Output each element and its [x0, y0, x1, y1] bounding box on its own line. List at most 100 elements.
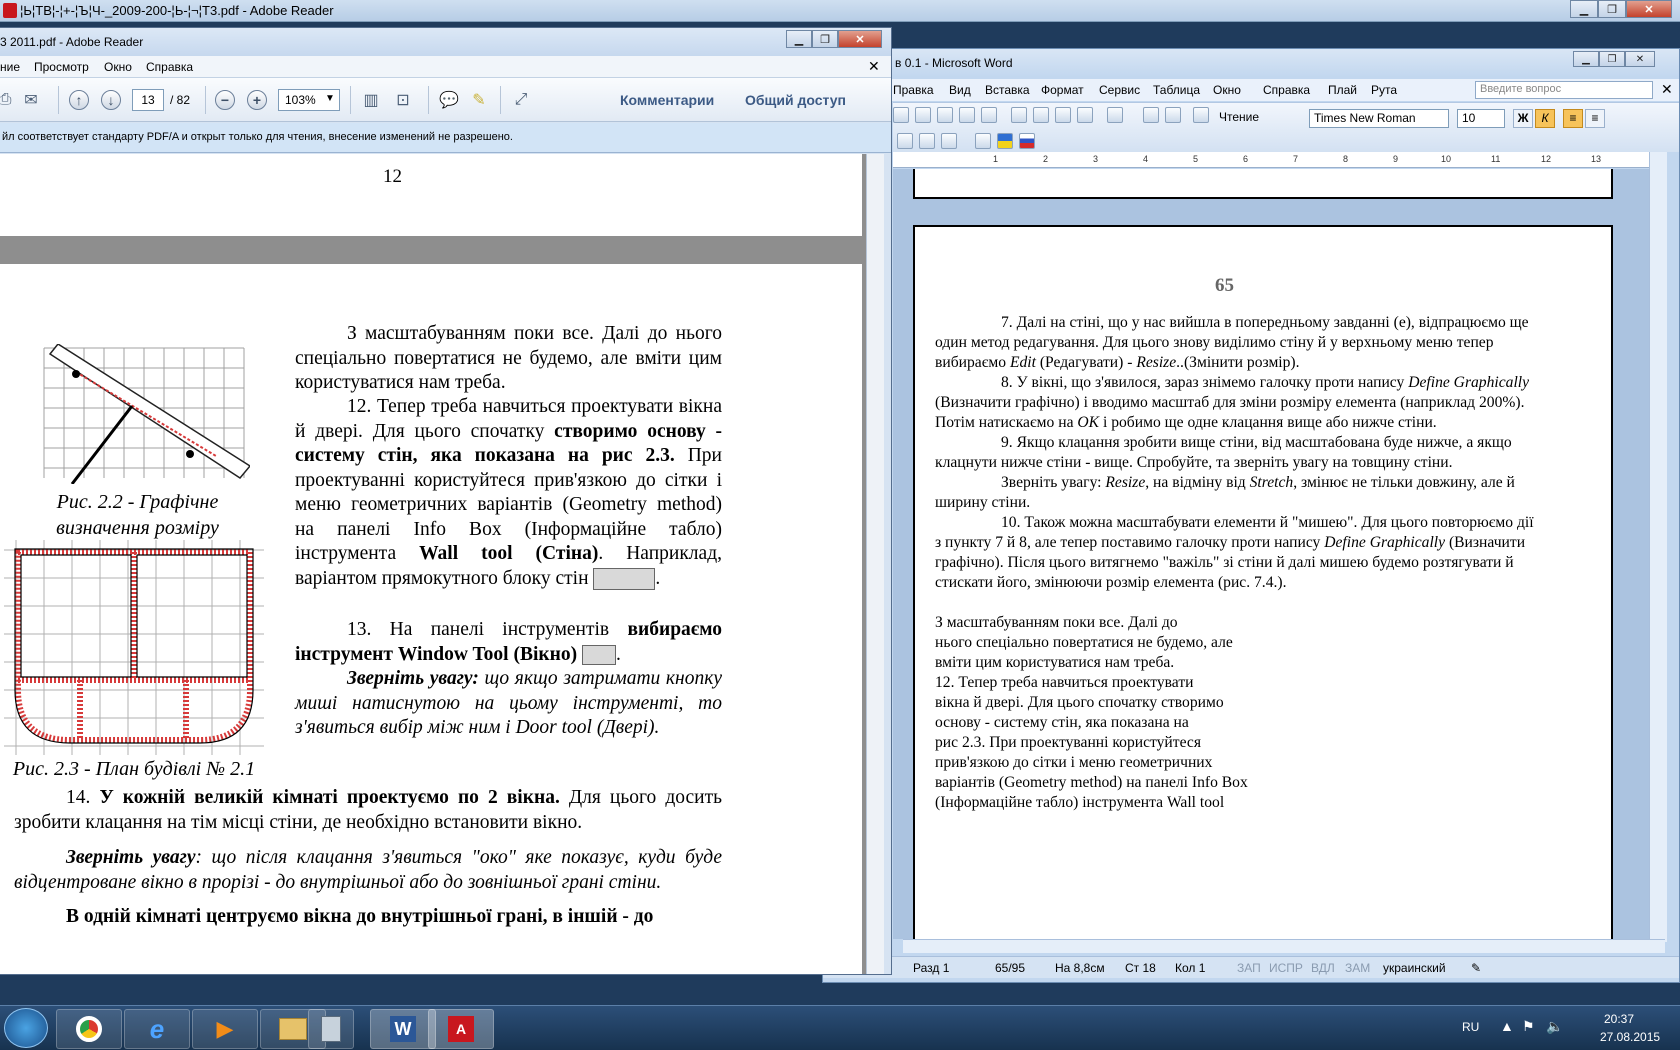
menu-view[interactable]: Вид: [949, 83, 971, 97]
close-document-icon[interactable]: ✕: [1661, 81, 1673, 98]
paste-icon[interactable]: [1077, 107, 1093, 123]
network-icon[interactable]: ⚑: [1522, 1018, 1535, 1035]
document-paragraph[interactable]: 7. Далі на стіні, що у нас вийшла в попе…: [935, 313, 1535, 373]
document-line[interactable]: прив'язкою до сітки і меню геометричних: [935, 753, 1535, 773]
reader-restore-button[interactable]: ❐: [812, 30, 838, 48]
tray-arrow-icon[interactable]: ▲: [1500, 1018, 1514, 1034]
reader-vertical-scrollbar[interactable]: [866, 154, 884, 974]
document-line[interactable]: рис 2.3. При проектуванні користуйтеся: [935, 733, 1535, 753]
status-track-changes[interactable]: ИСПР: [1269, 961, 1303, 975]
menu-file[interactable]: ние: [0, 60, 20, 74]
previous-page-button[interactable]: ↑: [66, 87, 92, 113]
menu-edit[interactable]: Правка: [893, 83, 934, 97]
font-name-select[interactable]: Times New Roman: [1309, 109, 1449, 128]
document-empty-line[interactable]: [935, 593, 1535, 613]
document-line[interactable]: З масштабуванням поки все. Далі до: [935, 613, 1535, 633]
open-icon[interactable]: [915, 107, 931, 123]
reader-close-button[interactable]: ✕: [838, 30, 882, 48]
fit-width-icon[interactable]: ⊡: [390, 87, 416, 113]
zoom-out-button[interactable]: −: [212, 87, 238, 113]
ask-question-input[interactable]: Введите вопрос: [1475, 81, 1653, 99]
fit-page-icon[interactable]: ▥: [358, 87, 384, 113]
word-close-button[interactable]: ✕: [1625, 51, 1655, 67]
check-icon[interactable]: [975, 133, 991, 149]
research-icon[interactable]: [1033, 107, 1049, 123]
status-overtype[interactable]: ЗАМ: [1345, 961, 1370, 975]
close-document-icon[interactable]: ✕: [868, 58, 880, 75]
menu-plai[interactable]: Плай: [1328, 83, 1357, 97]
macro-icon[interactable]: [941, 133, 957, 149]
reader-minimize-button[interactable]: ▁: [786, 30, 812, 48]
word-document-area[interactable]: 65 7. Далі на стіні, що у нас вийшла в п…: [893, 169, 1649, 939]
internet-explorer-taskbar-icon[interactable]: e: [124, 1009, 190, 1049]
menu-ruta[interactable]: Рута: [1371, 83, 1397, 97]
fullscreen-icon[interactable]: ⤢: [508, 87, 534, 113]
menu-view[interactable]: Просмотр: [34, 60, 89, 74]
menu-help[interactable]: Справка: [146, 60, 193, 74]
menu-table[interactable]: Таблица: [1153, 83, 1200, 97]
document-line[interactable]: основу - систему стін, яка показана на: [935, 713, 1535, 733]
menu-window[interactable]: Окно: [1213, 83, 1241, 97]
document-line[interactable]: нього спеціально повертатися не будемо, …: [935, 633, 1535, 653]
print-icon[interactable]: [959, 107, 975, 123]
page-number-input[interactable]: 13: [132, 89, 164, 111]
document-line[interactable]: 12. Тепер треба навчиться проектувати: [935, 673, 1535, 693]
russian-flag-icon[interactable]: [1019, 133, 1035, 149]
spelling-status-icon[interactable]: ✎: [1471, 961, 1481, 975]
share-link[interactable]: Общий доступ: [745, 92, 846, 108]
calculator-taskbar-icon[interactable]: [308, 1009, 354, 1049]
insert-picture-icon[interactable]: [919, 133, 935, 149]
word-vertical-scrollbar[interactable]: [1649, 152, 1667, 942]
document-page[interactable]: 65 7. Далі на стіні, що у нас вийшла в п…: [913, 225, 1613, 939]
save-icon[interactable]: [937, 107, 953, 123]
ukrainian-flag-icon[interactable]: [997, 133, 1013, 149]
email-icon[interactable]: ✉: [18, 87, 44, 113]
document-line[interactable]: варіантів (Geometry method) на панелі In…: [935, 773, 1535, 793]
print-icon[interactable]: ⎙: [0, 87, 18, 113]
help-icon[interactable]: [1193, 107, 1209, 123]
comments-link[interactable]: Комментарии: [620, 92, 714, 108]
zoom-in-button[interactable]: +: [244, 87, 270, 113]
document-paragraph[interactable]: 10. Також можна масштабувати елементи й …: [935, 513, 1535, 593]
hyperlink-icon[interactable]: [1143, 107, 1159, 123]
document-line[interactable]: вміти цим користуватися нам треба.: [935, 653, 1535, 673]
new-document-icon[interactable]: [893, 107, 909, 123]
document-paragraph[interactable]: 8. У вікні, що з'явилося, зараз знімемо …: [935, 373, 1535, 433]
input-language-indicator[interactable]: RU: [1462, 1020, 1479, 1034]
drawing-icon[interactable]: [897, 133, 913, 149]
start-button[interactable]: [4, 1008, 48, 1048]
menu-help[interactable]: Справка: [1263, 83, 1310, 97]
menu-window[interactable]: Окно: [104, 60, 132, 74]
status-extend[interactable]: ВДЛ: [1311, 961, 1335, 975]
status-record[interactable]: ЗАП: [1237, 961, 1261, 975]
document-line[interactable]: (Інформаційне табло) інструмента Wall to…: [935, 793, 1535, 813]
word-restore-button[interactable]: ❐: [1599, 51, 1625, 67]
word-taskbar-icon[interactable]: W: [370, 1009, 436, 1049]
font-size-select[interactable]: 10: [1457, 109, 1505, 128]
align-center-button[interactable]: ≡: [1585, 109, 1605, 128]
table-icon[interactable]: [1165, 107, 1181, 123]
cut-icon[interactable]: [1055, 107, 1071, 123]
word-minimize-button[interactable]: ▁: [1573, 51, 1599, 67]
undo-icon[interactable]: [1107, 107, 1123, 123]
sticky-note-icon[interactable]: 💬: [436, 87, 462, 113]
pdf-viewport[interactable]: 12 Рис. 2.2 - Графічне визначення розмір…: [0, 154, 866, 974]
chrome-taskbar-icon[interactable]: [56, 1009, 122, 1049]
clock-date[interactable]: 27.08.2015: [1600, 1030, 1660, 1044]
adobe-reader-taskbar-icon[interactable]: A: [428, 1009, 494, 1049]
clock-time[interactable]: 20:37: [1604, 1012, 1634, 1026]
document-paragraph[interactable]: 9. Якщо клацання зробити вище стіни, від…: [935, 433, 1535, 473]
minimize-button[interactable]: ▁: [1570, 0, 1598, 18]
next-page-button[interactable]: ↓: [98, 87, 124, 113]
status-language[interactable]: украинский: [1383, 961, 1446, 975]
menu-tools[interactable]: Сервис: [1099, 83, 1140, 97]
zoom-dropdown-icon[interactable]: ▼: [325, 93, 335, 104]
document-paragraph[interactable]: Зверніть увагу: Resize, на відміну від S…: [935, 473, 1535, 513]
volume-icon[interactable]: 🔈: [1546, 1018, 1563, 1035]
menu-format[interactable]: Формат: [1041, 83, 1084, 97]
print-preview-icon[interactable]: [981, 107, 997, 123]
align-left-button[interactable]: ≡: [1563, 109, 1583, 128]
word-horizontal-scrollbar[interactable]: [903, 939, 1665, 953]
media-player-taskbar-icon[interactable]: ▶: [192, 1009, 258, 1049]
close-button[interactable]: ✕: [1626, 0, 1672, 18]
